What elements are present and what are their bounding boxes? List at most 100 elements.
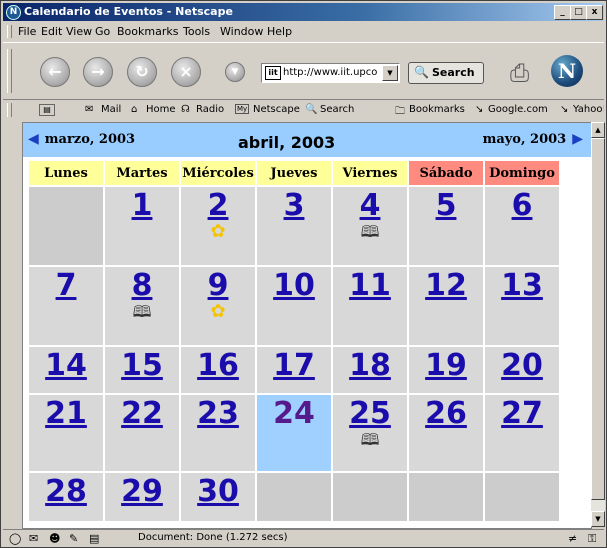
search-button[interactable]: 🔍 Search [408, 62, 484, 84]
day-link[interactable]: 5 [409, 189, 483, 223]
toolbar-grip[interactable] [7, 49, 12, 93]
next-month-link[interactable]: mayo, 2003 ▶ [483, 131, 583, 147]
scroll-thumb[interactable] [591, 138, 605, 500]
day-link[interactable]: 30 [181, 475, 255, 509]
bookmark-netscape[interactable]: Netscape [253, 104, 300, 115]
forward-button[interactable]: → [83, 57, 113, 87]
menu-file[interactable]: File [18, 25, 36, 38]
print-icon[interactable]: ⎙ [510, 59, 529, 87]
bookmark-google[interactable]: Google.com [488, 104, 548, 115]
day-link[interactable]: 29 [105, 475, 179, 509]
maximize-button[interactable]: □ [570, 5, 587, 20]
book-icon[interactable]: 🕮 [333, 431, 407, 449]
tab-icon[interactable]: ▤ [39, 104, 55, 116]
netscape-logo[interactable]: N [551, 55, 583, 87]
toolbar-grip[interactable] [7, 25, 12, 38]
day-link[interactable]: 27 [485, 397, 559, 431]
netscape-icon[interactable]: ◯ [9, 532, 21, 545]
day-cell: 12 [409, 267, 483, 345]
bookmark-radio[interactable]: Radio [196, 104, 224, 115]
url-text[interactable]: http://www.iit.upco [283, 67, 379, 78]
day-link[interactable]: 24 [257, 397, 331, 431]
close-button[interactable]: x [586, 5, 603, 20]
day-link[interactable]: 8 [105, 269, 179, 303]
day-link[interactable]: 6 [485, 189, 559, 223]
day-link[interactable]: 9 [181, 269, 255, 303]
empty-day-cell [29, 187, 103, 265]
flower-icon[interactable]: ✿ [181, 223, 255, 241]
day-link[interactable]: 7 [29, 269, 103, 303]
day-link[interactable]: 28 [29, 475, 103, 509]
menu-tools[interactable]: Tools [183, 25, 210, 38]
url-history-dropdown[interactable]: ▼ [382, 65, 398, 81]
toolbar-grip[interactable] [7, 103, 12, 117]
day-link[interactable]: 16 [181, 349, 255, 383]
weekday-header: Miércoles [181, 161, 255, 185]
day-link[interactable]: 19 [409, 349, 483, 383]
day-link[interactable]: 21 [29, 397, 103, 431]
day-link[interactable]: 10 [257, 269, 331, 303]
address-book-icon[interactable]: ▤ [89, 532, 99, 545]
day-link[interactable]: 3 [257, 189, 331, 223]
weekday-header: Martes [105, 161, 179, 185]
menu-bar: File Edit View Go Bookmarks Tools Window… [3, 22, 604, 41]
scroll-up-button[interactable]: ▲ [591, 122, 605, 138]
bookmark-search[interactable]: Search [320, 104, 354, 115]
menu-help[interactable]: Help [267, 25, 292, 38]
prev-month-label[interactable]: marzo, 2003 [45, 132, 135, 147]
day-link[interactable]: 23 [181, 397, 255, 431]
reload-button[interactable]: ↻ [127, 57, 157, 87]
url-dropdown-icon[interactable]: ▼ [225, 62, 245, 82]
bookmarks-folder[interactable]: Bookmarks [409, 104, 465, 115]
day-link[interactable]: 20 [485, 349, 559, 383]
radio-icon: ☊ [181, 104, 190, 115]
weekday-header: Domingo [485, 161, 559, 185]
day-link[interactable]: 18 [333, 349, 407, 383]
book-icon[interactable]: 🕮 [333, 223, 407, 241]
day-link[interactable]: 17 [257, 349, 331, 383]
security-lock-icon[interactable]: ⚿ [588, 532, 596, 546]
bookmark-home[interactable]: Home [146, 104, 176, 115]
mail-icon[interactable]: ✉ [29, 532, 38, 545]
flower-icon[interactable]: ✿ [181, 303, 255, 321]
url-bar[interactable]: iit http://www.iit.upco ▼ [261, 63, 400, 83]
day-link[interactable]: 13 [485, 269, 559, 303]
day-link[interactable]: 25 [333, 397, 407, 431]
weekday-header: Lunes [29, 161, 103, 185]
instant-messenger-icon[interactable]: ☻ [49, 532, 60, 545]
day-cell: 25 🕮 [333, 395, 407, 471]
day-cell: 28 [29, 473, 103, 521]
book-icon[interactable]: 🕮 [105, 303, 179, 321]
menu-view[interactable]: View [66, 25, 92, 38]
bookmark-yahoo[interactable]: Yahoo! [573, 104, 604, 115]
day-cell: 26 [409, 395, 483, 471]
stop-button[interactable]: × [171, 57, 201, 87]
day-link[interactable]: 22 [105, 397, 179, 431]
day-link[interactable]: 4 [333, 189, 407, 223]
day-link[interactable]: 12 [409, 269, 483, 303]
home-icon: ⌂ [131, 104, 138, 115]
vertical-scrollbar[interactable]: ▲ ▼ [591, 122, 605, 527]
day-link[interactable]: 15 [105, 349, 179, 383]
scroll-down-button[interactable]: ▼ [591, 511, 605, 527]
prev-month-link[interactable]: ◀ marzo, 2003 [28, 131, 135, 147]
connection-icon: ≠ [568, 532, 578, 545]
day-link[interactable]: 1 [105, 189, 179, 223]
day-link[interactable]: 2 [181, 189, 255, 223]
link-icon: ↘ [560, 104, 569, 115]
calendar-grid: Lunes Martes Miércoles Jueves Viernes Sábado D… [27, 159, 561, 523]
menu-go[interactable]: Go [95, 25, 110, 38]
navigation-toolbar: ← → ↻ × ▼ iit http://www.iit.upco ▼ 🔍 Se… [3, 42, 604, 100]
menu-window[interactable]: Window [220, 25, 263, 38]
menu-edit[interactable]: Edit [41, 25, 62, 38]
next-month-label[interactable]: mayo, 2003 [483, 132, 567, 147]
menu-bookmarks[interactable]: Bookmarks [117, 25, 178, 38]
day-link[interactable]: 11 [333, 269, 407, 303]
back-button[interactable]: ← [40, 57, 70, 87]
composer-icon[interactable]: ✎ [69, 532, 78, 545]
bookmark-mail[interactable]: Mail [101, 104, 121, 115]
day-link[interactable]: 14 [29, 349, 103, 383]
day-link[interactable]: 26 [409, 397, 483, 431]
minimize-button[interactable]: _ [554, 5, 571, 20]
sidebar-grip[interactable] [3, 122, 20, 527]
